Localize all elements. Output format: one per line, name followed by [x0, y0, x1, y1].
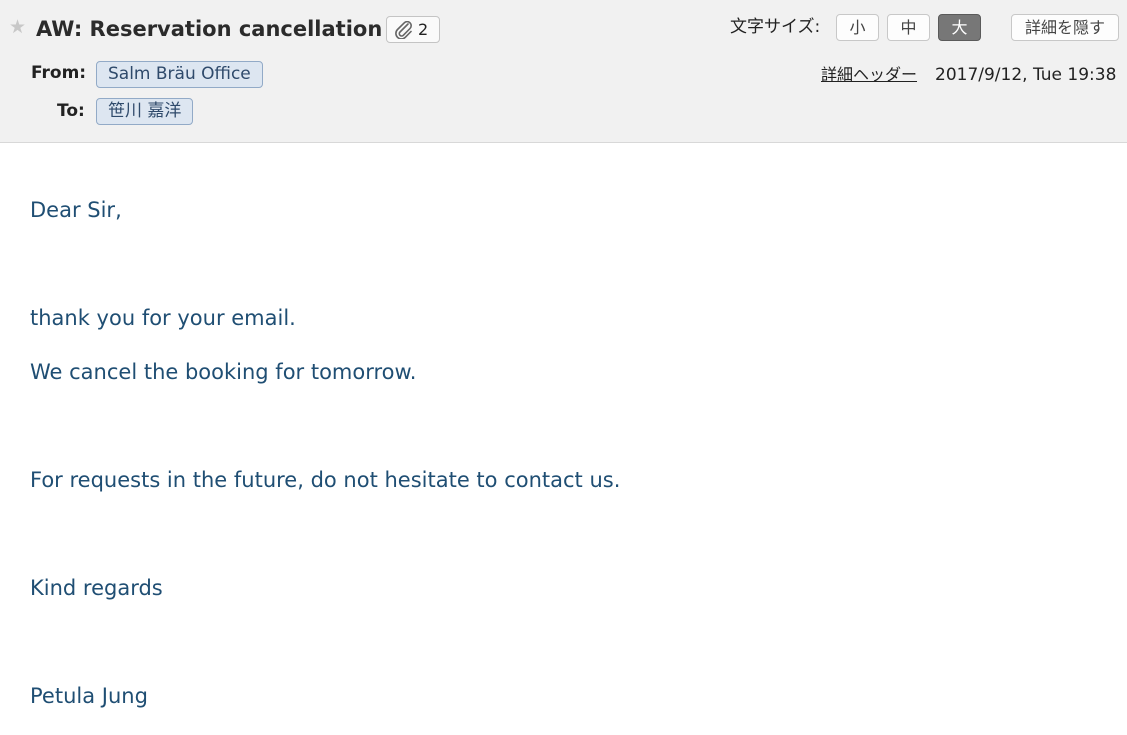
from-label: From: — [31, 63, 87, 83]
message-header: ★ AW: Reservation cancellation 2 文字サイズ: … — [0, 0, 1127, 143]
attachment-count: 2 — [418, 20, 429, 39]
detail-header-link[interactable]: 詳細ヘッダー — [821, 64, 917, 86]
hide-details-button[interactable]: 詳細を隠す — [1011, 14, 1119, 41]
body-signature: Petula Jung — [30, 684, 148, 708]
message-date: 2017/9/12, Tue 19:38 — [935, 65, 1117, 85]
font-size-medium-button[interactable]: 中 — [887, 14, 930, 41]
to-address-chip[interactable]: 笹川 嘉洋 — [96, 98, 194, 125]
font-size-label: 文字サイズ: — [730, 17, 821, 37]
to-label: To: — [57, 101, 85, 121]
font-size-small-button[interactable]: 小 — [836, 14, 879, 41]
body-line-cancel: We cancel the booking for tomorrow. — [30, 360, 417, 384]
paperclip-icon — [395, 21, 412, 39]
body-line-thanks: thank you for your email. — [30, 306, 296, 330]
star-icon[interactable]: ★ — [9, 17, 26, 37]
body-closing: Kind regards — [30, 576, 163, 600]
attachment-button[interactable]: 2 — [386, 16, 440, 43]
font-size-large-button[interactable]: 大 — [938, 14, 981, 41]
from-address-chip[interactable]: Salm Bräu Office — [96, 61, 263, 88]
message-subject: AW: Reservation cancellation — [36, 17, 383, 41]
body-greeting: Dear Sir, — [30, 198, 122, 222]
body-line-requests: For requests in the future, do not hesit… — [30, 468, 621, 492]
